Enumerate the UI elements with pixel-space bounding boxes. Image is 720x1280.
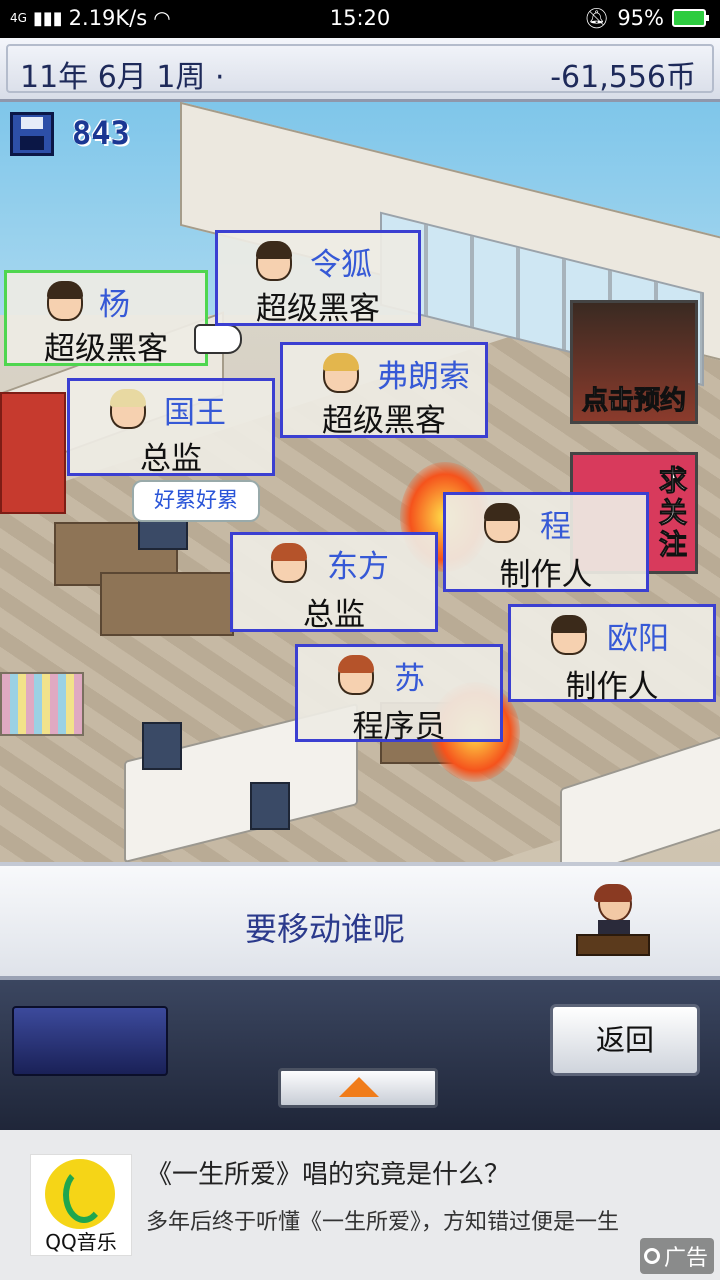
staff-name: 弗朗索 xyxy=(377,359,470,395)
prompt-panel: 要移动谁呢 xyxy=(0,862,720,980)
staff-tag-yang[interactable]: 杨 超级黑客 xyxy=(4,270,208,367)
ad-card-reserve[interactable]: 点击预约 xyxy=(570,300,698,424)
staff-name: 令狐 xyxy=(310,247,372,283)
ad-card-follow-label: 求关注 xyxy=(658,464,687,561)
staff-job: 制作人 xyxy=(499,557,593,593)
staff-job: 程序员 xyxy=(352,709,446,745)
ad-card-reserve-label: 点击预约 xyxy=(581,386,686,417)
speech-bubble: 好累好累 xyxy=(132,480,260,522)
staff-portrait xyxy=(551,615,587,655)
staff-tag-ouyang[interactable]: 欧阳 制作人 xyxy=(508,604,716,705)
staff-name: 杨 xyxy=(99,287,130,323)
staff-tag-linghu[interactable]: 令狐 超级黑客 xyxy=(215,230,421,327)
vending-machine xyxy=(0,392,66,514)
save-disk-icon[interactable] xyxy=(10,112,54,156)
staff-job: 超级黑客 xyxy=(44,331,168,367)
staff-name: 欧阳 xyxy=(607,621,669,657)
control-bar: 返回 xyxy=(0,980,720,1130)
reception-monitor-1 xyxy=(142,722,182,770)
back-button[interactable]: 返回 xyxy=(550,1004,700,1076)
ad-badge-label: 广告 xyxy=(663,1246,708,1271)
game-header: 11年 6月 1周 · -61,556币 xyxy=(0,38,720,102)
arrow-up-icon xyxy=(339,1077,379,1097)
clock: 15:20 xyxy=(329,6,391,30)
staff-job: 超级黑客 xyxy=(256,291,380,327)
game-date: 11年 6月 1周 · xyxy=(20,60,225,95)
battery-percent: 95% xyxy=(617,6,664,30)
staff-tag-dongfang[interactable]: 东方 总监 xyxy=(230,532,438,633)
staff-tag-guowang[interactable]: 国王 总监 xyxy=(67,378,275,477)
staff-portrait xyxy=(47,281,83,321)
reception-monitor-2 xyxy=(250,782,290,830)
qq-music-logo: QQ音乐 xyxy=(30,1154,132,1256)
receptionist-icon xyxy=(576,884,650,960)
staff-portrait xyxy=(110,389,146,429)
staff-job: 总监 xyxy=(303,597,365,633)
status-bar: 4G ▮▮▮ 2.19K/s ◠ 15:20 🔕︎ 95% xyxy=(0,0,720,38)
staff-job: 制作人 xyxy=(565,669,659,705)
ad-refresh-icon xyxy=(643,1248,660,1264)
staff-tag-cheng[interactable]: 程 制作人 xyxy=(443,492,649,593)
staff-portrait xyxy=(323,353,359,393)
mute-bell-icon: 🔕︎ xyxy=(583,6,610,30)
staff-name: 苏 xyxy=(394,661,425,697)
funds-display: -61,556币 xyxy=(550,60,696,95)
office-scene[interactable]: 843 点击预约 求关注 杨 超级黑客 令狐 超级黑客 弗朗索 超级黑客 国王 … xyxy=(0,102,720,862)
staff-portrait xyxy=(256,241,292,281)
staff-tag-fulangsuo[interactable]: 弗朗索 超级黑客 xyxy=(280,342,488,439)
ad-description: 多年后终于听懂《一生所爱》，方知错过便是一生 xyxy=(146,1210,620,1235)
staff-portrait xyxy=(484,503,520,543)
staff-tag-su[interactable]: 苏 程序员 xyxy=(295,644,503,745)
save-counter: 843 xyxy=(72,114,130,152)
empty-slot xyxy=(12,1006,168,1076)
ad-title: 《一生所爱》唱的究竟是什么？ xyxy=(146,1160,511,1190)
staff-name: 东方 xyxy=(327,549,389,585)
staff-job: 超级黑客 xyxy=(322,403,446,439)
staff-portrait xyxy=(271,543,307,583)
ad-banner[interactable]: QQ音乐 《一生所爱》唱的究竟是什么？ 多年后终于听懂《一生所爱》，方知错过便是… xyxy=(0,1130,720,1280)
desk-2 xyxy=(100,572,234,636)
prompt-text: 要移动谁呢 xyxy=(244,910,405,948)
staff-job: 总监 xyxy=(140,441,202,477)
staff-portrait xyxy=(338,655,374,695)
expand-up-button[interactable] xyxy=(278,1068,438,1108)
ad-badge[interactable]: 广告 xyxy=(639,1238,714,1274)
battery-icon xyxy=(672,9,709,27)
staff-name: 程 xyxy=(540,509,571,545)
toy-shelf xyxy=(0,672,84,736)
pointing-hand-icon xyxy=(194,324,242,354)
staff-name: 国王 xyxy=(164,395,226,431)
note-glyph xyxy=(63,1167,105,1223)
qq-music-label: QQ音乐 xyxy=(45,1230,117,1254)
